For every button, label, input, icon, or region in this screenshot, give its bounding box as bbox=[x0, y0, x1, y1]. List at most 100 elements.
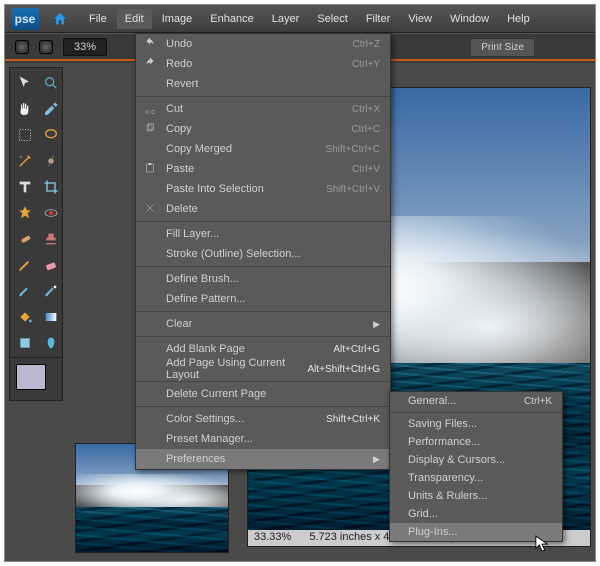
submenu-item-label: General... bbox=[408, 395, 456, 407]
tool-redeye[interactable] bbox=[40, 202, 62, 224]
tool-hand[interactable] bbox=[14, 98, 36, 120]
tool-brush[interactable] bbox=[14, 280, 36, 302]
mouse-cursor-icon bbox=[535, 535, 549, 556]
home-icon[interactable] bbox=[49, 9, 71, 29]
edit-menu-undo: UndoCtrl+Z bbox=[136, 34, 390, 54]
menu-shortcut: Ctrl+V bbox=[352, 164, 380, 175]
edit-menu-fill-layer[interactable]: Fill Layer... bbox=[136, 224, 390, 244]
menu-item-label: Redo bbox=[166, 58, 192, 70]
menu-item-label: Preferences bbox=[166, 453, 225, 465]
menu-file[interactable]: File bbox=[81, 9, 115, 29]
menu-shortcut: Alt+Ctrl+G bbox=[333, 344, 380, 355]
edit-menu-stroke-outline-selection: Stroke (Outline) Selection... bbox=[136, 244, 390, 264]
pref-grid[interactable]: Grid... bbox=[390, 505, 562, 523]
app-logo[interactable]: pse bbox=[11, 8, 39, 30]
edit-menu-add-blank-page[interactable]: Add Blank PageAlt+Ctrl+G bbox=[136, 339, 390, 359]
pref-saving-files[interactable]: Saving Files... bbox=[390, 415, 562, 433]
menu-image[interactable]: Image bbox=[154, 9, 201, 29]
tool-move[interactable] bbox=[14, 72, 36, 94]
menu-item-label: Delete bbox=[166, 203, 198, 215]
cut-icon bbox=[144, 102, 158, 116]
menu-item-label: Paste Into Selection bbox=[166, 183, 264, 195]
color-swatches[interactable] bbox=[9, 357, 63, 401]
submenu-item-label: Transparency... bbox=[408, 472, 483, 484]
tool-pencil[interactable] bbox=[14, 254, 36, 276]
menu-item-label: Define Pattern... bbox=[166, 293, 246, 305]
tool-smart-brush[interactable] bbox=[40, 280, 62, 302]
submenu-item-label: Saving Files... bbox=[408, 418, 477, 430]
tool-shape[interactable] bbox=[14, 332, 36, 354]
edit-menu-define-brush[interactable]: Define Brush... bbox=[136, 269, 390, 289]
edit-menu-delete: Delete bbox=[136, 199, 390, 219]
edit-menu-color-settings[interactable]: Color Settings... Shift+Ctrl+K bbox=[136, 409, 390, 429]
tool-quick-select[interactable] bbox=[40, 150, 62, 172]
tool-eyedropper[interactable] bbox=[40, 98, 62, 120]
submenu-arrow-icon: ▶ bbox=[373, 454, 380, 465]
pref-display-cursors[interactable]: Display & Cursors... bbox=[390, 451, 562, 469]
edit-menu-revert: Revert bbox=[136, 74, 390, 94]
submenu-arrow-icon: ▶ bbox=[373, 319, 380, 330]
menu-layer[interactable]: Layer bbox=[264, 9, 308, 29]
tool-stamp[interactable] bbox=[40, 228, 62, 250]
edit-menu-define-pattern[interactable]: Define Pattern... bbox=[136, 289, 390, 309]
menu-shortcut: Shift+Ctrl+V bbox=[326, 184, 380, 195]
menu-view[interactable]: View bbox=[400, 9, 440, 29]
tool-marquee[interactable] bbox=[14, 124, 36, 146]
submenu-item-label: Grid... bbox=[408, 508, 438, 520]
pref-units-rulers[interactable]: Units & Rulers... bbox=[390, 487, 562, 505]
menu-item-label: Preset Manager... bbox=[166, 433, 253, 445]
menu-enhance[interactable]: Enhance bbox=[202, 9, 261, 29]
menu-item-label: Copy Merged bbox=[166, 143, 232, 155]
status-zoom: 33.33% bbox=[254, 531, 291, 545]
submenu-shortcut: Ctrl+K bbox=[524, 396, 552, 407]
menu-window[interactable]: Window bbox=[442, 9, 497, 29]
menu-shortcut: Ctrl+X bbox=[352, 104, 380, 115]
menu-shortcut: Alt+Shift+Ctrl+G bbox=[307, 364, 380, 375]
tool-eraser[interactable] bbox=[40, 254, 62, 276]
preferences-submenu: General... Ctrl+K Saving Files... Performan… bbox=[389, 391, 563, 542]
undo-icon bbox=[144, 37, 158, 51]
menu-item-label: Copy bbox=[166, 123, 192, 135]
toolbox bbox=[9, 67, 63, 359]
pref-performance[interactable]: Performance... bbox=[390, 433, 562, 451]
tool-zoom[interactable] bbox=[40, 72, 62, 94]
menu-item-label: Color Settings... bbox=[166, 413, 244, 425]
menu-edit[interactable]: Edit bbox=[117, 9, 152, 29]
menu-item-label: Stroke (Outline) Selection... bbox=[166, 248, 301, 260]
menu-select[interactable]: Select bbox=[309, 9, 356, 29]
zoom-out-button[interactable] bbox=[15, 40, 29, 54]
tool-magic-wand[interactable] bbox=[14, 150, 36, 172]
paste-icon bbox=[144, 162, 158, 176]
tool-gradient[interactable] bbox=[40, 306, 62, 328]
menu-shortcut: Shift+Ctrl+K bbox=[326, 414, 380, 425]
edit-menu-add-page-using-current-layout[interactable]: Add Page Using Current LayoutAlt+Shift+C… bbox=[136, 359, 390, 379]
edit-menu-paste: Paste Ctrl+V bbox=[136, 159, 390, 179]
pref-general[interactable]: General... Ctrl+K bbox=[390, 392, 562, 410]
title-bar: pse File Edit Image Enhance Layer Select… bbox=[5, 5, 595, 33]
zoom-value[interactable]: 33% bbox=[63, 38, 107, 56]
menu-shortcut: Ctrl+C bbox=[351, 124, 380, 135]
menu-item-label: Revert bbox=[166, 78, 198, 90]
edit-menu-copy: Copy Ctrl+C bbox=[136, 119, 390, 139]
tool-healing[interactable] bbox=[14, 228, 36, 250]
tool-cookie[interactable] bbox=[14, 202, 36, 224]
zoom-in-button[interactable] bbox=[39, 40, 53, 54]
pref-transparency[interactable]: Transparency... bbox=[390, 469, 562, 487]
menu-item-label: Paste bbox=[166, 163, 194, 175]
menu-help[interactable]: Help bbox=[499, 9, 538, 29]
tool-bucket[interactable] bbox=[14, 306, 36, 328]
foreground-color[interactable] bbox=[16, 364, 46, 390]
tool-lasso[interactable] bbox=[40, 124, 62, 146]
print-size-button[interactable]: Print Size bbox=[470, 38, 535, 57]
copy-icon bbox=[144, 122, 158, 136]
menu-shortcut: Shift+Ctrl+C bbox=[326, 144, 380, 155]
submenu-item-label: Performance... bbox=[408, 436, 480, 448]
menu-item-label: Undo bbox=[166, 38, 192, 50]
menu-item-label: Clear bbox=[166, 318, 192, 330]
menu-filter[interactable]: Filter bbox=[358, 9, 398, 29]
tool-sponge[interactable] bbox=[40, 332, 62, 354]
tool-crop[interactable] bbox=[40, 176, 62, 198]
edit-menu-preferences[interactable]: Preferences ▶ bbox=[136, 449, 390, 469]
edit-menu-preset-manager[interactable]: Preset Manager... bbox=[136, 429, 390, 449]
tool-type[interactable] bbox=[14, 176, 36, 198]
